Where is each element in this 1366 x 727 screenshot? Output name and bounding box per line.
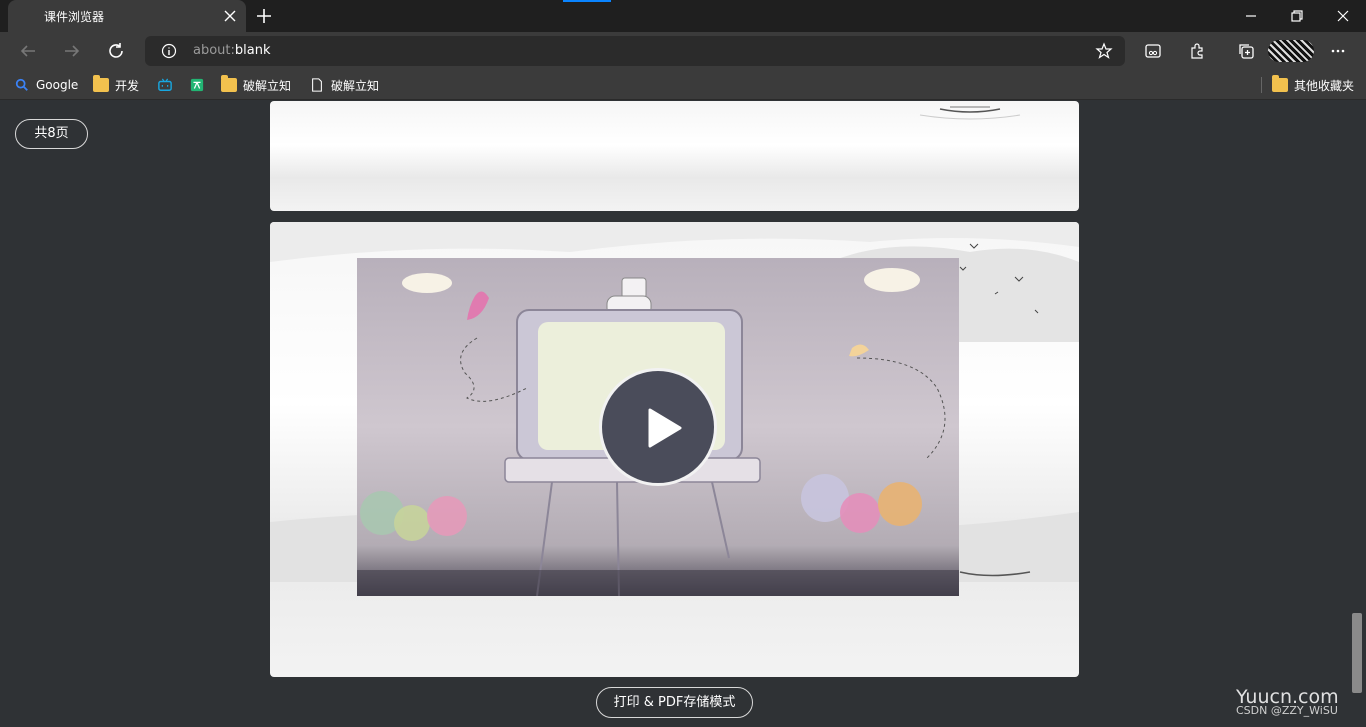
back-arrow-icon[interactable] (19, 42, 37, 60)
bookmark-pojie-folder[interactable]: 破解立知 (221, 75, 291, 94)
scrollbar-thumb[interactable] (1352, 613, 1362, 693)
play-button[interactable] (599, 368, 717, 486)
close-window-icon[interactable] (1335, 8, 1351, 24)
bookmarks-bar: Google 开发 破解立知 破解立知 其他收藏夹 (0, 70, 1366, 100)
extensions-icon[interactable] (1188, 42, 1206, 60)
slide-preview-1 (270, 101, 1079, 211)
folder-icon (93, 75, 109, 92)
page-content: 共8页 打印 & PDF存储模式 Yuucn.com CSDN @ZZY_WiS… (0, 101, 1366, 727)
tab-active[interactable]: 课件浏览器 (8, 0, 246, 32)
slide-preview-2 (270, 222, 1079, 677)
minimize-icon[interactable] (1243, 8, 1259, 24)
boat-illustration (919, 106, 1021, 120)
bookmark-other-favorites[interactable]: 其他收藏夹 (1272, 75, 1354, 94)
more-menu-icon[interactable] (1329, 42, 1347, 60)
tab-title: 课件浏览器 (44, 10, 105, 24)
forward-arrow-icon[interactable] (63, 42, 81, 60)
restore-icon[interactable] (1289, 8, 1305, 24)
bilibili-icon (158, 78, 172, 91)
address-text: about:blank (193, 43, 271, 58)
address-bar[interactable]: about:blank (145, 36, 1125, 66)
favorite-star-icon[interactable] (1095, 42, 1113, 60)
print-pdf-button[interactable]: 打印 & PDF存储模式 (596, 687, 753, 718)
play-icon (648, 408, 682, 448)
refresh-icon[interactable] (107, 42, 125, 60)
folder-icon (221, 75, 237, 92)
window-accent (563, 0, 611, 2)
page-count-button[interactable]: 共8页 (15, 119, 88, 149)
info-icon[interactable] (161, 43, 177, 59)
navigation-toolbar: about:blank (0, 32, 1366, 70)
profile-avatar[interactable] (1268, 40, 1314, 62)
bookmark-bilibili[interactable] (157, 76, 173, 94)
search-icon (15, 78, 28, 91)
collections-icon[interactable] (1237, 42, 1255, 60)
title-bar: 课件浏览器 (0, 0, 1366, 32)
bookmark-google[interactable]: Google (14, 76, 78, 94)
page-scrollbar[interactable] (1348, 101, 1366, 727)
bookmark-translate[interactable] (189, 76, 205, 94)
close-icon[interactable] (222, 8, 238, 24)
translate-icon (190, 78, 204, 92)
bookmark-dev-folder[interactable]: 开发 (93, 75, 139, 94)
reading-view-icon[interactable] (1144, 42, 1162, 60)
bookmarks-divider (1261, 77, 1262, 93)
folder-icon (1272, 75, 1288, 92)
page-icon (312, 78, 322, 92)
bookmark-pojie-page[interactable]: 破解立知 (309, 76, 379, 94)
new-tab-icon[interactable] (255, 7, 273, 25)
csdn-watermark: CSDN @ZZY_WiSU (1236, 704, 1338, 717)
video-player[interactable] (357, 258, 959, 596)
